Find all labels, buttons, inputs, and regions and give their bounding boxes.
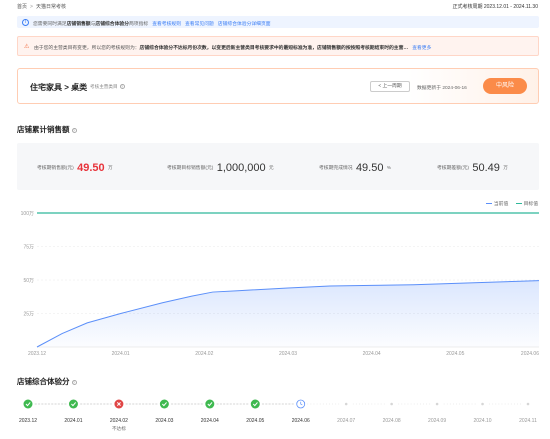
category-sub-label: 考核主营类目 [90, 83, 118, 89]
info-text-e: 两项指标 [129, 21, 149, 27]
breadcrumb: 首页 > 天猫日常考核 [17, 3, 66, 10]
month-label: 2024.02 [110, 418, 128, 424]
score-timeline: 2023.12 2024.01 2024.02不达标 2024.03 2024.04 20… [19, 399, 537, 432]
breadcrumb-current: 天猫日常考核 [35, 4, 66, 10]
sales-chart: 100万 75万 50万 25万 2023.12 2024.01 2024.02 2024.0… [21, 211, 540, 357]
month-label: 2024.07 [337, 418, 355, 424]
future-dot [481, 402, 484, 406]
pass-icon [205, 399, 215, 409]
y-tick-label: 75万 [23, 244, 34, 250]
metrics-panel: 考核期销售额(元) 49.50 万 考核期目标销售额(元) 1,000,000 … [17, 143, 539, 190]
future-dot [344, 402, 348, 406]
warning-text: 由于您的主营类目有变更，所以您的考核规则为：店铺综合体验分不达标月份次数，以变更… [34, 44, 431, 51]
metric-target: 考核期目标销售额(元) 1,000,000 元 [167, 162, 274, 174]
metric-unit: % [386, 165, 391, 170]
x-tick-label: 2024.05 [446, 351, 464, 357]
risk-badge: 中风险 [483, 78, 527, 94]
x-tick-label: 2024.02 [195, 351, 213, 357]
warning-text-a: 由于您的主营类目有变更，所以您的考核规则为： [34, 46, 140, 51]
metric-sales: 考核期销售额(元) 49.50 万 [37, 162, 113, 174]
x-tick-label: 2024.06 [521, 351, 539, 357]
metric-value: 1,000,000 [216, 162, 266, 174]
metric-completion: 考核期完成情况 49.50 % [319, 162, 391, 174]
y-tick-label: 50万 [23, 278, 34, 284]
info-text: 您需要同时满足店铺销售额与店铺综合体验分两项指标 查看考核规则 查看常见问题 店铺综合… [33, 20, 271, 27]
help-icon[interactable]: ? [71, 379, 77, 385]
month-label: 2024.01 [64, 418, 82, 424]
data-updated-text: 数据更新于 2024-06-16 [417, 85, 467, 91]
month-label: 2024.03 [155, 418, 173, 424]
category-sub: 考核主营类目? [90, 84, 125, 90]
pass-icon [250, 399, 260, 409]
breadcrumb-separator: > [30, 4, 33, 10]
previous-period-button[interactable]: < 上一周期 [370, 81, 410, 92]
info-text-a: 您需要同时满足 [33, 21, 67, 27]
pass-icon [23, 399, 33, 409]
month-note: 不达标 [112, 425, 126, 432]
rules-link[interactable]: 查看考核规则 [152, 22, 181, 27]
metric-value: 50.49 [472, 162, 500, 174]
future-dot [435, 402, 439, 406]
x-tick-label: 2024.04 [363, 351, 381, 357]
score-section-title: 店铺综合体验分? [17, 376, 77, 387]
info-text-d: 店铺综合体验分 [95, 21, 129, 27]
faq-link[interactable]: 查看常见问题 [185, 22, 214, 27]
month-label: 2024.06 [292, 418, 310, 424]
help-icon[interactable]: ? [119, 83, 125, 89]
pass-icon [159, 399, 169, 409]
metric-unit: 万 [503, 165, 508, 170]
month-label: 2024.05 [246, 418, 264, 424]
warning-banner: ⚠ 由于您的主营类目有变更，所以您的考核规则为：店铺综合体验分不达标月份次数，以… [17, 36, 539, 56]
metric-label: 考核期销售额(元) [37, 166, 74, 171]
future-dot [390, 402, 393, 406]
metric-unit: 万 [108, 165, 113, 170]
warning-icon: ⚠ [24, 44, 30, 50]
info-icon: i [22, 18, 29, 26]
x-tick-label: 2024.03 [279, 351, 297, 357]
x-tick-label: 2024.01 [112, 351, 130, 357]
sales-section-title: 店铺累计销售额? [17, 124, 77, 135]
month-label: 2024.11 [519, 418, 537, 424]
current-value-area [37, 280, 539, 347]
month-label: 2024.09 [428, 418, 446, 424]
metric-label: 考核期完成情况 [319, 166, 353, 171]
info-text-b: 店铺销售额 [66, 21, 91, 27]
assessment-period: 正式考核周期 2023.12.01 - 2024.11.30 [452, 4, 538, 10]
month-label: 2023.12 [19, 418, 37, 424]
y-tick-label: 100万 [21, 211, 34, 217]
score-title-text: 店铺综合体验分 [17, 377, 70, 386]
y-tick-label: 25万 [23, 311, 34, 317]
metric-label: 考核期差额(元) [437, 166, 469, 171]
month-label: 2024.10 [474, 418, 492, 424]
warning-text-b: 店铺综合体验分不达标月份次数，以变更后新主营类目考核要求中的最短标准为准，店铺销… [139, 46, 409, 51]
metric-unit: 元 [269, 165, 274, 170]
metric-label: 考核期目标销售额(元) [167, 166, 214, 171]
future-dot [526, 402, 530, 406]
score-detail-link[interactable]: 店铺综合体验分详细页面 [218, 22, 271, 27]
category-name: 住宅家具 > 桌类 [30, 83, 88, 92]
sales-title-text: 店铺累计销售额 [17, 125, 70, 134]
metric-value: 49.50 [77, 162, 105, 174]
x-tick-label: 2023.12 [28, 351, 46, 357]
category-card: 住宅家具 > 桌类 考核主营类目? < 上一周期 数据更新于 2024-06-1… [17, 68, 539, 104]
month-label: 2024.08 [383, 418, 401, 424]
pass-icon [68, 399, 78, 409]
metric-gap: 考核期差额(元) 50.49 万 [437, 162, 508, 174]
see-more-link[interactable]: 查看更多 [412, 46, 431, 51]
month-label: 2024.04 [201, 418, 219, 424]
info-banner: i 您需要同时满足店铺销售额与店铺综合体验分两项指标 查看考核规则 查看常见问题 店铺… [17, 16, 539, 28]
metric-value: 49.50 [355, 162, 384, 174]
breadcrumb-home[interactable]: 首页 [17, 4, 27, 10]
help-icon[interactable]: ? [71, 127, 77, 133]
